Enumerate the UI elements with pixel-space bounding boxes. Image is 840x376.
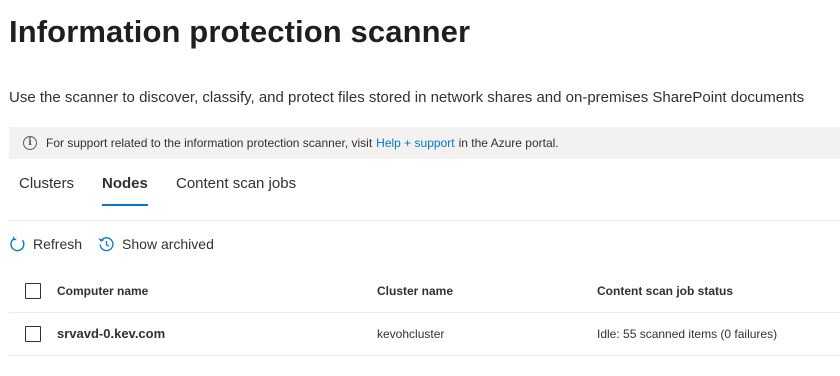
refresh-label: Refresh [33, 236, 83, 252]
page-description: Use the scanner to discover, classify, a… [9, 89, 805, 106]
command-bar: Refresh Show archived [9, 234, 214, 254]
tab-nodes[interactable]: Nodes [102, 175, 148, 206]
column-header-computer-name[interactable]: Computer name [57, 284, 148, 298]
row-checkbox[interactable] [25, 326, 41, 342]
column-header-scan-job-status[interactable]: Content scan job status [597, 284, 733, 298]
select-all-checkbox[interactable] [25, 283, 41, 299]
info-message-bar: i For support related to the information… [9, 127, 840, 159]
table-row[interactable]: srvavd-0.kev.com kevohcluster Idle: 55 s… [9, 313, 840, 356]
refresh-icon [10, 236, 25, 251]
grid-header-row: Computer name Cluster name Content scan … [9, 270, 840, 313]
scan-status-cell: Idle: 55 scanned items (0 failures) [597, 327, 778, 341]
info-text-after: in the Azure portal. [458, 136, 559, 150]
history-icon [98, 236, 114, 251]
info-text-before: For support related to the information p… [46, 136, 373, 150]
page-title: Information protection scanner [9, 14, 471, 49]
tab-content-scan-jobs[interactable]: Content scan jobs [176, 175, 296, 192]
show-archived-label: Show archived [122, 236, 214, 252]
column-header-cluster-name[interactable]: Cluster name [377, 284, 453, 298]
tab-bar: Clusters Nodes Content scan jobs [9, 163, 840, 221]
show-archived-button[interactable]: Show archived [98, 236, 214, 253]
tab-clusters[interactable]: Clusters [19, 175, 74, 192]
cluster-name-cell: kevohcluster [377, 327, 445, 341]
help-support-link[interactable]: Help + support [376, 136, 454, 150]
refresh-button[interactable]: Refresh [9, 236, 82, 253]
info-icon: i [23, 136, 37, 150]
computer-name-cell[interactable]: srvavd-0.kev.com [57, 326, 165, 341]
